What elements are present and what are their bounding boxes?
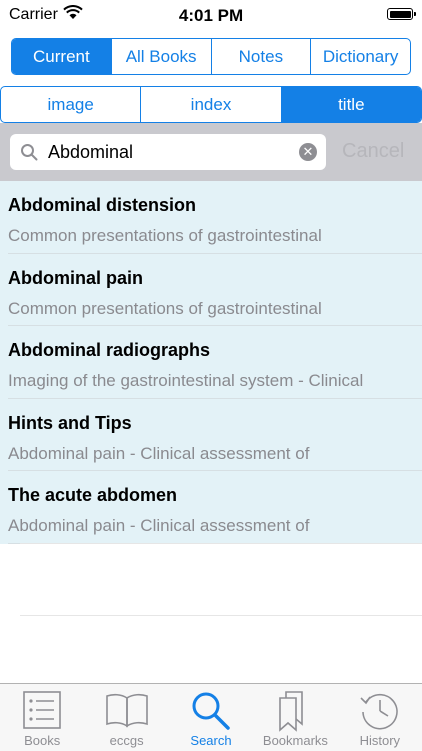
battery-icon: [387, 8, 416, 20]
cancel-button[interactable]: Cancel: [342, 140, 404, 163]
tab-history[interactable]: History: [338, 684, 422, 751]
list-item[interactable]: Abdominal radiographs Imaging of the gas…: [0, 326, 422, 399]
magnifier-icon: [20, 143, 38, 166]
search-icon: [190, 690, 232, 737]
tab-label: eccgs: [109, 733, 144, 748]
search-bar: ✕ Cancel: [0, 123, 422, 181]
tab-all-books[interactable]: All Books: [112, 39, 212, 74]
clock-icon: [358, 690, 402, 737]
tab-label: Bookmarks: [262, 733, 328, 748]
status-time: 4:01 PM: [178, 6, 244, 25]
scope-segmented-control: Current All Books Notes Dictionary: [11, 38, 411, 75]
list-item[interactable]: Hints and Tips Abdominal pain - Clinical…: [0, 398, 422, 471]
empty-row-divider: [20, 615, 422, 616]
search-input[interactable]: [48, 134, 298, 170]
empty-row-divider: [20, 543, 422, 544]
search-field[interactable]: ✕: [10, 134, 326, 170]
list-item[interactable]: Abdominal distension Common presentation…: [0, 181, 422, 254]
tab-image[interactable]: image: [1, 87, 142, 122]
result-title: Abdominal pain: [8, 267, 143, 288]
tab-current[interactable]: Current: [12, 39, 112, 74]
tab-notes[interactable]: Notes: [212, 39, 312, 74]
result-subtitle: Common presentations of gastrointestinal: [8, 226, 322, 245]
results-list: Abdominal distension Common presentation…: [0, 181, 422, 544]
tab-index[interactable]: index: [141, 87, 282, 122]
tab-eccgs[interactable]: eccgs: [84, 684, 168, 751]
result-title: Abdominal distension: [8, 195, 197, 215]
bookmarks-icon: [277, 690, 313, 737]
list-item[interactable]: The acute abdomen Abdominal pain - Clini…: [0, 471, 422, 544]
tab-bar: Books eccgs Search Bookmarks History: [0, 683, 422, 751]
open-book-icon: [104, 690, 150, 735]
tab-label: Search: [190, 733, 232, 748]
list-icon: [22, 690, 62, 735]
tab-title[interactable]: title: [281, 87, 421, 122]
result-subtitle: Abdominal pain - Clinical assessment of: [8, 516, 310, 535]
result-subtitle: Common presentations of gastrointestinal: [8, 298, 322, 318]
tab-bookmarks[interactable]: Bookmarks: [253, 684, 337, 751]
result-subtitle: Imaging of the gastrointestinal system -…: [8, 371, 364, 390]
status-bar: Carrier 4:01 PM: [0, 0, 422, 32]
list-item[interactable]: Abdominal pain Common presentations of g…: [0, 253, 422, 326]
clear-icon[interactable]: ✕: [299, 143, 317, 161]
result-subtitle: Abdominal pain - Clinical assessment of: [8, 443, 310, 463]
tab-books[interactable]: Books: [0, 684, 84, 751]
result-title: Abdominal radiographs: [8, 340, 211, 360]
tab-search[interactable]: Search: [169, 684, 253, 751]
result-title: The acute abdomen: [8, 485, 178, 505]
result-title: Hints and Tips: [8, 412, 132, 433]
field-segmented-control: image index title: [0, 86, 422, 123]
tab-label: History: [359, 733, 401, 748]
tab-dictionary[interactable]: Dictionary: [311, 39, 410, 74]
tab-label: Books: [24, 733, 61, 748]
